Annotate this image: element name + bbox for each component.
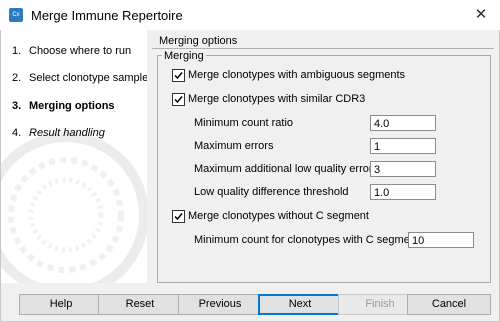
step-2: 2. Select clonotype samples [12, 72, 147, 84]
min-count-c-segment-field[interactable]: 10 [408, 232, 474, 248]
wizard-steps-panel: 1. Choose where to run 2. Select clonotype… [1, 30, 147, 283]
section-title: Merging options [159, 35, 238, 47]
max-errors-label: Maximum errors [194, 140, 274, 152]
max-low-quality-errors-field[interactable]: 3 [370, 161, 436, 177]
max-errors-field[interactable]: 1 [370, 138, 436, 154]
next-button[interactable]: Next [258, 294, 342, 315]
window-title: Merge Immune Repertoire [31, 8, 183, 23]
low-quality-threshold-label: Low quality difference threshold [194, 186, 349, 198]
ambiguous-segments-label: Merge clonotypes with ambiguous segments [188, 69, 406, 81]
checkmark-icon [174, 213, 183, 221]
max-low-quality-errors-label: Maximum additional low quality errors [194, 163, 379, 175]
similar-cdr3-checkbox[interactable] [172, 93, 185, 106]
min-count-ratio-label: Minimum count ratio [194, 117, 294, 129]
merging-options-panel: Merging options Merging Merge clonotypes… [152, 32, 494, 283]
clc-app-icon: Cx [9, 8, 23, 22]
without-c-segment-checkbox[interactable] [172, 210, 185, 223]
without-c-segment-label: Merge clonotypes without C segment [188, 210, 369, 222]
ambiguous-segments-checkbox[interactable] [172, 69, 185, 82]
step-1: 1. Choose where to run [12, 45, 132, 57]
close-icon[interactable]: ✕ [470, 4, 492, 26]
step-3-current: 3. Merging options [12, 100, 115, 112]
help-button[interactable]: Help [19, 294, 103, 315]
merging-group-title: Merging [162, 50, 206, 62]
button-bar: Help Reset Previous Next Finish Cancel [1, 284, 498, 321]
min-count-c-segment-label: Minimum count for clonotypes with C segm… [194, 234, 419, 246]
checkmark-icon [174, 96, 183, 104]
low-quality-threshold-field[interactable]: 1.0 [370, 184, 436, 200]
checkmark-icon [174, 72, 183, 80]
clc-watermark-logo [1, 132, 147, 283]
previous-button[interactable]: Previous [178, 294, 262, 315]
cancel-button[interactable]: Cancel [407, 294, 491, 315]
similar-cdr3-label: Merge clonotypes with similar CDR3 [188, 93, 366, 105]
title-bar: Cx Merge Immune Repertoire ✕ [0, 0, 500, 30]
section-divider [152, 48, 494, 49]
reset-button[interactable]: Reset [98, 294, 182, 315]
min-count-ratio-field[interactable]: 4.0 [370, 115, 436, 131]
step-4: 4. Result handling [12, 127, 105, 139]
merging-group: Merging Merge clonotypes with ambiguous … [157, 50, 491, 283]
